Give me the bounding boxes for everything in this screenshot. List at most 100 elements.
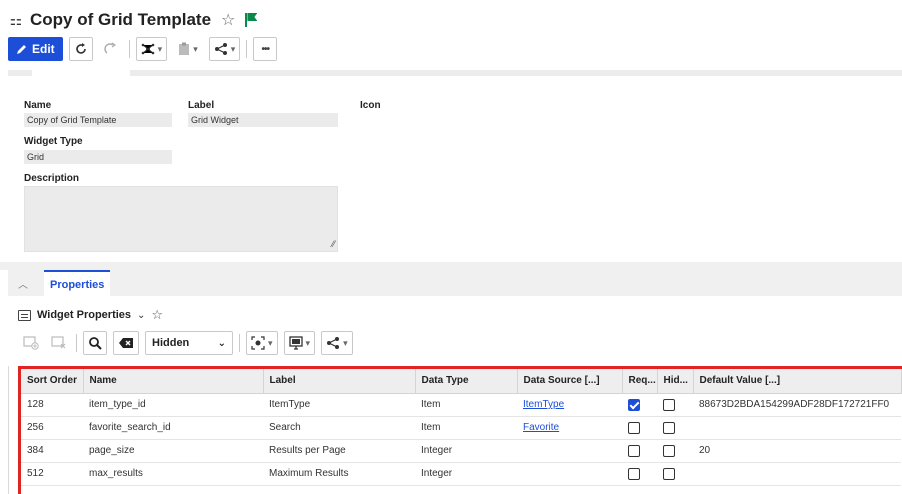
hidden-checkbox[interactable]: [663, 444, 675, 457]
filter-select-value: Hidden: [152, 337, 190, 349]
table-row[interactable]: 256 favorite_search_id Search Item Favor…: [21, 416, 901, 440]
cell-name: favorite_search_id: [83, 416, 263, 440]
column-header-name[interactable]: Name: [83, 369, 264, 394]
display-dropdown-button[interactable]: ▾: [283, 331, 316, 355]
cell-required: [622, 416, 657, 440]
column-header-label[interactable]: Label: [263, 369, 416, 394]
cell-required: [622, 393, 657, 417]
chevron-down-icon: ▾: [268, 337, 273, 348]
properties-table-frame: Sort Order Name Label Data Type Data Sou…: [18, 366, 902, 494]
delete-row-button[interactable]: [48, 332, 70, 354]
share-dropdown-button[interactable]: ▾: [208, 37, 241, 61]
cell-required: [622, 462, 657, 486]
pencil-icon: [17, 45, 26, 54]
section-gap: [0, 262, 902, 270]
favorite-star-icon[interactable]: ☆: [151, 307, 163, 323]
name-label: Name: [24, 100, 52, 111]
column-header-required[interactable]: Req...: [622, 369, 658, 394]
data-source-link[interactable]: Favorite: [523, 422, 559, 433]
grid-icon: ⚏: [9, 11, 23, 28]
grid-toolbar: Hidden ⌄ ▾ ▾ ▾: [20, 330, 353, 356]
left-rule: [8, 366, 9, 494]
page-title: Copy of Grid Template: [30, 10, 212, 29]
column-header-sort-order[interactable]: Sort Order: [21, 369, 84, 394]
clipboard-dropdown-button[interactable]: ▾: [173, 37, 203, 61]
column-header-hidden[interactable]: Hid...: [657, 369, 694, 394]
properties-section-bar: ︿ Properties: [8, 270, 902, 296]
flag-icon[interactable]: [245, 13, 257, 27]
cell-required: [622, 439, 657, 463]
share-dropdown-button[interactable]: ▾: [321, 331, 353, 355]
widget-type-field[interactable]: Grid: [24, 150, 172, 164]
cell-label: Maximum Results: [263, 462, 415, 486]
more-icon: •••: [261, 43, 270, 55]
required-checkbox[interactable]: [628, 398, 640, 411]
chevron-up-icon[interactable]: ︿: [18, 276, 32, 291]
undo-button[interactable]: [98, 37, 123, 61]
cell-default-value: [693, 462, 901, 486]
item-form: Name Copy of Grid Template Label Grid Wi…: [8, 70, 902, 262]
cell-data-source: ItemType: [517, 393, 622, 417]
edit-button-label: Edit: [32, 42, 55, 56]
structure-dropdown-button[interactable]: ▾: [135, 37, 168, 61]
label-label: Label: [188, 100, 215, 111]
toolbar-separator: [246, 40, 248, 58]
search-button[interactable]: [83, 331, 107, 355]
widget-type-label: Widget Type: [24, 136, 83, 147]
table-row[interactable]: 512 max_results Maximum Results Integer: [21, 462, 901, 486]
clear-search-button[interactable]: [113, 331, 139, 355]
cell-sort-order: 128: [21, 393, 83, 417]
main-toolbar: Edit ▾ ▾ ▾ •••: [8, 36, 278, 62]
cell-hidden: [657, 393, 693, 417]
table-row[interactable]: 128 item_type_id ItemType Item ItemType …: [21, 393, 901, 417]
cell-name: item_type_id: [83, 393, 263, 417]
more-button[interactable]: •••: [253, 37, 278, 61]
structure-icon: [141, 43, 154, 55]
view-dropdown-button[interactable]: ▾: [246, 331, 278, 355]
form-tab-stub: [32, 70, 130, 76]
name-field[interactable]: Copy of Grid Template: [24, 113, 172, 127]
chevron-down-icon: ▾: [305, 337, 311, 348]
table-row[interactable]: 384 page_size Results per Page Integer 2…: [21, 439, 901, 463]
cell-data-type: Integer: [415, 439, 517, 463]
cell-sort-order: 512: [21, 462, 83, 486]
column-header-default-value[interactable]: Default Value [...]: [693, 369, 902, 394]
hidden-checkbox[interactable]: [663, 421, 675, 434]
monitor-icon: [288, 336, 303, 350]
cell-default-value: 88673D2BDA154299ADF28DF172721FF0: [693, 393, 901, 417]
description-textarea[interactable]: ⁄⁄: [24, 186, 338, 252]
cell-data-type: Item: [415, 393, 517, 417]
required-checkbox[interactable]: [628, 467, 640, 480]
refresh-button[interactable]: [68, 37, 93, 61]
toolbar-separator: [239, 334, 240, 352]
cell-data-type: Integer: [415, 462, 517, 486]
edit-button[interactable]: Edit: [8, 37, 63, 61]
chevron-down-icon[interactable]: ⌄: [137, 310, 145, 321]
data-source-link[interactable]: ItemType: [523, 399, 564, 410]
hidden-checkbox[interactable]: [663, 467, 675, 480]
add-row-icon: [23, 336, 39, 350]
share-icon: [214, 43, 227, 55]
filter-select[interactable]: Hidden ⌄: [145, 331, 233, 355]
cell-hidden: [657, 439, 693, 463]
chevron-down-icon: ▾: [193, 43, 198, 54]
label-field[interactable]: Grid Widget: [188, 113, 338, 127]
refresh-icon: [75, 43, 86, 54]
add-row-button[interactable]: [20, 332, 42, 354]
resize-handle-icon[interactable]: ⁄⁄: [332, 239, 335, 249]
cell-hidden: [657, 462, 693, 486]
required-checkbox[interactable]: [628, 421, 640, 434]
icon-label: Icon: [360, 100, 381, 111]
cell-label: Results per Page: [263, 439, 415, 463]
cell-data-source: Favorite: [517, 416, 622, 440]
required-checkbox[interactable]: [628, 444, 640, 457]
delete-row-icon: [51, 336, 66, 349]
toolbar-separator: [128, 40, 130, 58]
column-header-data-source[interactable]: Data Source [...]: [517, 369, 623, 394]
view-icon: [251, 336, 265, 350]
search-icon: [89, 337, 102, 350]
hidden-checkbox[interactable]: [663, 398, 675, 411]
column-header-data-type[interactable]: Data Type: [415, 369, 518, 394]
tab-properties[interactable]: Properties: [44, 270, 111, 296]
favorite-star-icon[interactable]: ☆: [221, 10, 235, 30]
